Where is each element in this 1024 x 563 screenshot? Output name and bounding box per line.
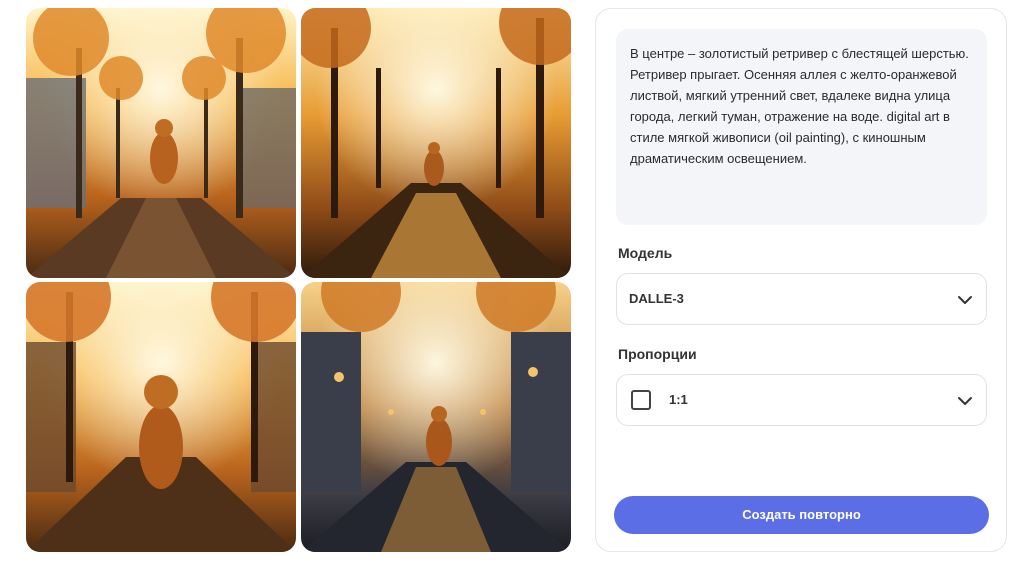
dog-image-icon — [26, 282, 296, 552]
settings-panel: В центре – золотистый ретривер с блестящ… — [595, 8, 1007, 552]
model-value: DALLE-3 — [629, 291, 684, 306]
image-gallery — [26, 8, 572, 554]
generated-image-1[interactable] — [26, 8, 296, 278]
dog-image-icon — [26, 8, 296, 278]
generated-image-2[interactable] — [301, 8, 571, 278]
model-label: Модель — [618, 245, 673, 261]
ratio-label: Пропорции — [618, 346, 697, 362]
chevron-down-icon — [958, 296, 972, 304]
chevron-down-icon — [958, 397, 972, 405]
generated-image-4[interactable] — [301, 282, 571, 552]
ratio-select[interactable]: 1:1 — [616, 374, 987, 426]
ratio-value: 1:1 — [669, 392, 688, 407]
regenerate-button[interactable]: Создать повторно — [614, 496, 989, 534]
dog-image-icon — [301, 8, 571, 278]
dog-image-icon — [301, 282, 571, 552]
generated-image-3[interactable] — [26, 282, 296, 552]
model-select[interactable]: DALLE-3 — [616, 273, 987, 325]
prompt-text[interactable]: В центре – золотистый ретривер с блестящ… — [616, 29, 987, 225]
square-ratio-icon — [631, 390, 651, 410]
